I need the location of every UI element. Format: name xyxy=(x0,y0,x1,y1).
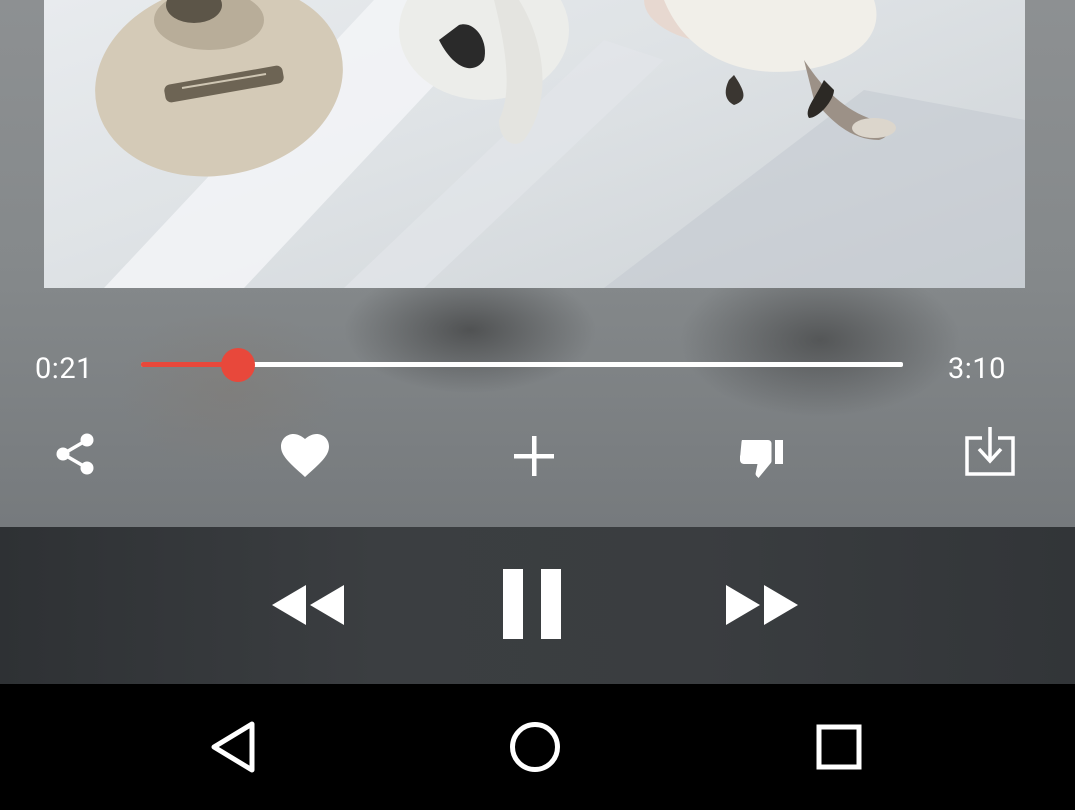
nav-back-icon xyxy=(211,721,255,773)
plus-icon xyxy=(514,436,554,476)
nav-back-button[interactable] xyxy=(188,702,278,792)
share-icon xyxy=(56,433,94,475)
dislike-button[interactable] xyxy=(732,428,792,488)
previous-button[interactable] xyxy=(259,575,355,635)
rewind-icon xyxy=(272,585,344,625)
fast-forward-icon xyxy=(726,585,798,625)
nav-recents-button[interactable] xyxy=(794,702,884,792)
nav-home-button[interactable] xyxy=(490,702,580,792)
nav-recents-icon xyxy=(816,724,862,770)
album-art xyxy=(44,0,1025,288)
system-nav-bar xyxy=(0,684,1075,810)
transport-bar xyxy=(0,527,1075,684)
thumbs-down-icon xyxy=(740,440,783,478)
next-button[interactable] xyxy=(715,575,811,635)
elapsed-time: 0:21 xyxy=(35,352,93,386)
seek-track xyxy=(141,362,903,367)
heart-icon xyxy=(281,434,329,477)
play-pause-button[interactable] xyxy=(488,559,576,649)
pause-icon xyxy=(503,569,561,639)
music-player-screen: 0:21 3:10 xyxy=(0,0,1075,810)
total-time: 3:10 xyxy=(948,352,1006,386)
seek-bar[interactable] xyxy=(141,348,903,382)
share-button[interactable] xyxy=(45,424,105,484)
nav-home-icon xyxy=(510,722,560,772)
add-to-playlist-button[interactable] xyxy=(504,426,564,486)
seek-thumb[interactable] xyxy=(221,348,255,382)
like-button[interactable] xyxy=(275,426,335,486)
download-button[interactable] xyxy=(960,422,1020,482)
download-icon xyxy=(965,427,1015,476)
